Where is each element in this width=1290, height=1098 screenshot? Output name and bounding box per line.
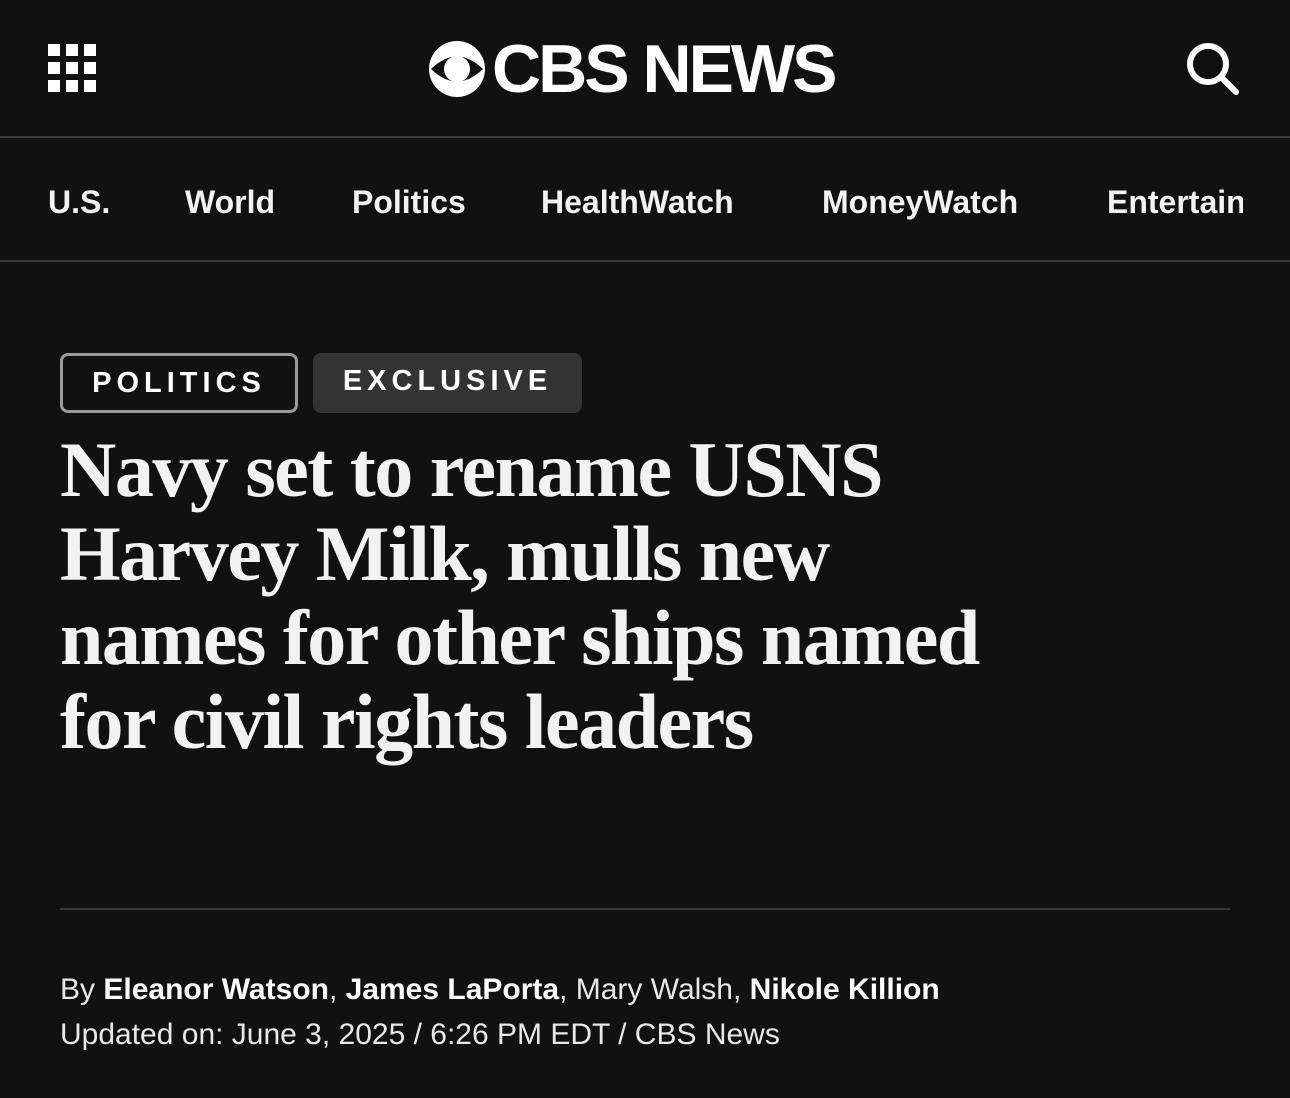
nav-item-us[interactable]: U.S. — [48, 182, 110, 222]
grid-menu-icon[interactable] — [48, 44, 96, 92]
cbs-news-logo[interactable]: CBS NEWS — [428, 31, 868, 107]
nav-item-entertainment[interactable]: Entertainment — [1107, 182, 1243, 222]
logo-text: CBS NEWS — [492, 31, 837, 107]
updated-timestamp: Updated on: June 3, 2025 / 6:26 PM EDT /… — [60, 1018, 780, 1051]
section-nav-track[interactable]: U.S. World Politics HealthWatch MoneyWat… — [0, 138, 1243, 260]
author-name: Mary Walsh — [575, 973, 733, 1006]
article-headline: Navy set to rename USNS Harvey Milk, mul… — [60, 426, 980, 765]
author-link[interactable]: Nikole Killion — [750, 973, 940, 1006]
headline-divider — [60, 908, 1230, 910]
nav-item-moneywatch[interactable]: MoneyWatch — [822, 182, 1018, 222]
nav-item-healthwatch[interactable]: HealthWatch — [541, 182, 734, 222]
byline-prefix: By — [60, 973, 96, 1006]
tag-exclusive[interactable]: EXCLUSIVE — [313, 353, 582, 413]
author-link[interactable]: James LaPorta — [346, 973, 559, 1006]
search-icon[interactable] — [1184, 40, 1240, 96]
author-link[interactable]: Eleanor Watson — [103, 973, 329, 1006]
cbs-eye-icon — [429, 41, 485, 97]
byline: By Eleanor Watson, James LaPorta, Mary W… — [60, 973, 940, 1006]
top-header: CBS NEWS — [0, 0, 1290, 138]
tag-politics[interactable]: POLITICS — [60, 353, 298, 413]
nav-item-politics[interactable]: Politics — [352, 182, 466, 222]
nav-item-world[interactable]: World — [185, 182, 275, 222]
section-nav: U.S. World Politics HealthWatch MoneyWat… — [0, 138, 1290, 262]
